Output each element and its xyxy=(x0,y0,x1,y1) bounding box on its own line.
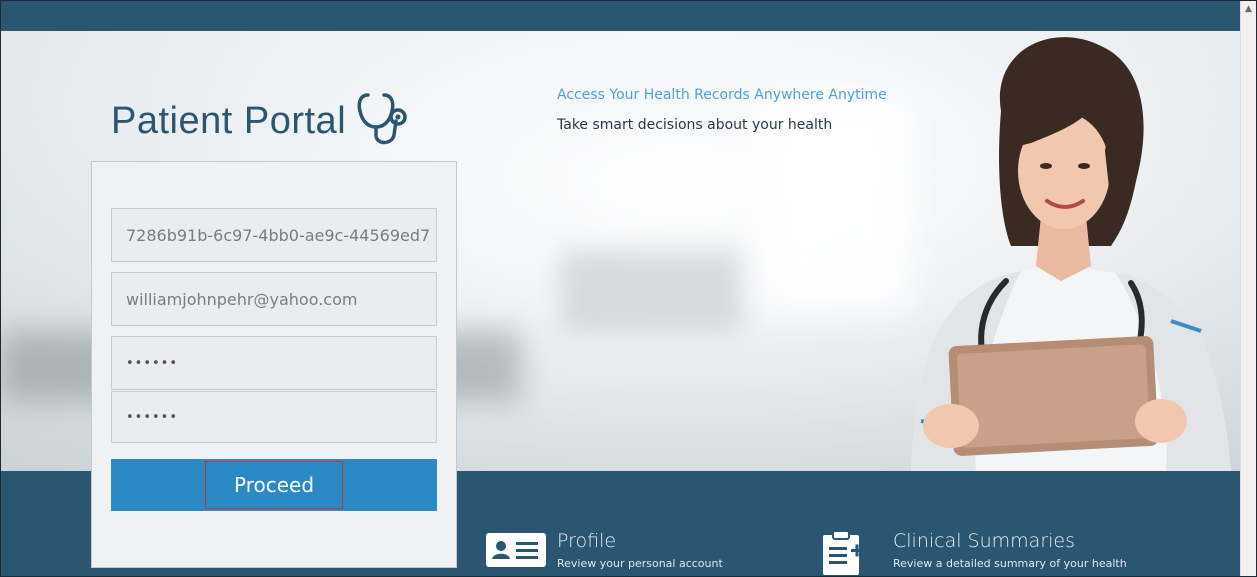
email-field[interactable]: williamjohnpehr@yahoo.com xyxy=(111,272,437,326)
top-bar xyxy=(1,1,1241,31)
doctor-illustration xyxy=(911,37,1231,471)
proceed-button-label: Proceed xyxy=(205,461,343,509)
id-card-icon xyxy=(486,533,546,567)
logo: Patient Portal xyxy=(111,91,410,151)
browser-viewport: Patient Portal Access Your Health Record… xyxy=(0,0,1257,577)
proceed-button[interactable]: Proceed xyxy=(111,459,437,511)
tagline-secondary: Take smart decisions about your health xyxy=(557,117,833,133)
feature-title: Profile xyxy=(557,530,617,552)
scroll-up-arrow-icon[interactable]: ▲ xyxy=(1241,1,1256,17)
vertical-scrollbar[interactable]: ▲ xyxy=(1240,1,1256,576)
tagline-primary: Access Your Health Records Anywhere Anyt… xyxy=(557,87,887,103)
feature-clinical-summaries[interactable]: Clinical Summaries Review a detailed sum… xyxy=(821,529,1127,575)
feature-description: Review your personal account xyxy=(557,557,723,570)
stethoscope-icon xyxy=(357,93,407,145)
token-field[interactable]: 7286b91b-6c97-4bb0-ae9c-44569ed7 xyxy=(111,208,437,262)
logo-text: Patient Portal xyxy=(111,99,347,142)
feature-profile[interactable]: Profile Review your personal account xyxy=(485,529,723,571)
confirm-password-field[interactable]: •••••• xyxy=(111,391,437,443)
feature-title: Clinical Summaries xyxy=(893,530,1075,552)
login-card: 7286b91b-6c97-4bb0-ae9c-44569ed7 william… xyxy=(91,161,457,568)
clipboard-plus-icon xyxy=(823,530,863,575)
password-field[interactable]: •••••• xyxy=(111,336,437,390)
feature-description: Review a detailed summary of your health xyxy=(893,557,1127,570)
